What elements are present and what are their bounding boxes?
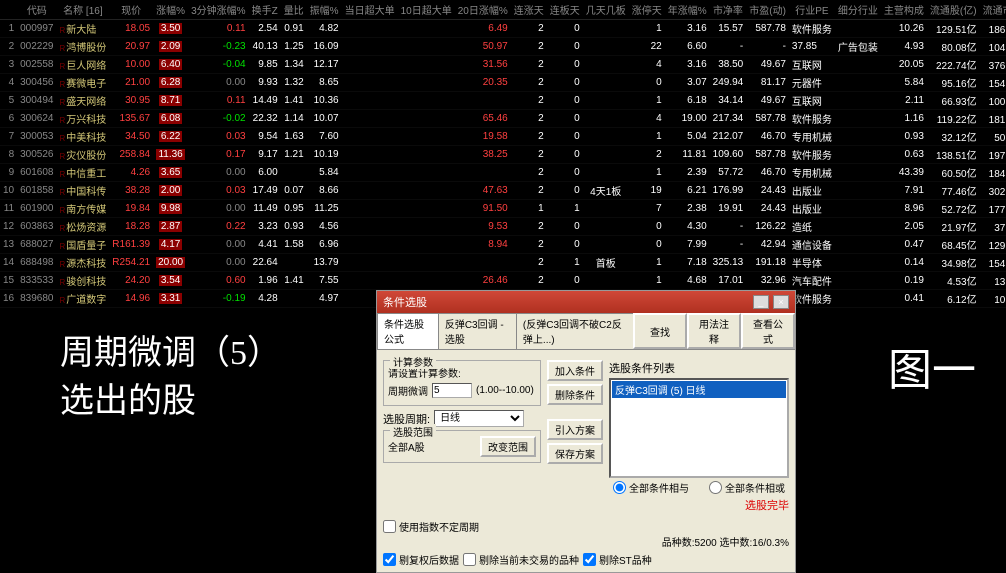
group-title-calc: 计算参数 <box>390 354 436 369</box>
col-header[interactable]: 连涨天 <box>511 0 547 20</box>
dialog-title-text: 条件选股 <box>383 294 427 310</box>
radio-and[interactable] <box>613 481 626 494</box>
scope-title: 选股范围 <box>390 424 436 439</box>
chk-exright[interactable] <box>383 553 396 566</box>
table-row[interactable]: 4300456R赛微电子21.006.280.009.931.328.6520.… <box>0 74 1006 92</box>
col-header[interactable]: 细分行业 <box>835 0 881 20</box>
table-row[interactable]: 15833533R骏创科技24.203.540.601.961.417.5526… <box>0 272 1006 290</box>
col-header[interactable]: 名称 [16] <box>57 0 110 20</box>
period-input[interactable] <box>432 383 472 398</box>
stats-text: 品种数:5200 选中数:16/0.3% <box>383 534 789 549</box>
table-row[interactable]: 7300053R中美科技34.506.220.039.541.637.6019.… <box>0 128 1006 146</box>
table-head: 代码名称 [16]现价涨幅%3分钟涨幅%换手Z量比振幅%当日超大单10日超大单2… <box>0 0 1006 20</box>
col-header[interactable]: 量比 <box>281 0 307 20</box>
col-header[interactable]: 当日超大单 <box>342 0 398 20</box>
table-row[interactable]: 10601858R中国科传38.282.000.0317.490.078.664… <box>0 182 1006 200</box>
period-label: 周期微调 <box>388 383 428 398</box>
radio-or[interactable] <box>709 481 722 494</box>
window-controls: _ × <box>752 295 789 309</box>
table-row[interactable]: 14688498R源杰科技R254.2120.000.0022.6413.792… <box>0 254 1006 272</box>
del-cond-button[interactable]: 删除条件 <box>547 384 603 405</box>
col-header[interactable]: 10日超大单 <box>398 0 455 20</box>
stock-table: 代码名称 [16]现价涨幅%3分钟涨幅%换手Z量比振幅%当日超大单10日超大单2… <box>0 0 1006 308</box>
scope-value: 全部A股 <box>388 439 425 454</box>
col-header[interactable]: 现价 <box>109 0 153 20</box>
dialog-tabs: 条件选股公式 反弹C3回调 - 选股 (反弹C3回调不破C2反弹上...) 查找… <box>377 313 795 350</box>
search-button[interactable]: 查找 <box>633 313 687 349</box>
close-icon[interactable]: × <box>773 295 789 309</box>
table-row[interactable]: 3002558R巨人网络10.006.40-0.049.851.3412.173… <box>0 56 1006 74</box>
scope-group: 选股范围 全部A股 改变范围 <box>383 430 541 463</box>
col-header[interactable]: 3分钟涨幅% <box>188 0 248 20</box>
change-range-button[interactable]: 改变范围 <box>480 436 536 457</box>
add-cond-button[interactable]: 加入条件 <box>547 360 603 381</box>
table-row[interactable]: 12603863R松炀资源18.282.870.223.230.934.569.… <box>0 218 1006 236</box>
col-header[interactable]: 代码 <box>17 0 56 20</box>
calc-params-group: 计算参数 请设置计算参数: 周期微调 (1.00--10.00) <box>383 360 541 406</box>
col-header[interactable]: 换手Z <box>249 0 281 20</box>
col-header[interactable]: 行业PE <box>789 0 835 20</box>
tab-rebound2[interactable]: (反弹C3回调不破C2反弹上...) <box>516 313 634 349</box>
col-header[interactable]: 市净率 <box>710 0 747 20</box>
table-row[interactable]: 11601900R南方传媒19.849.980.0011.490.9511.25… <box>0 200 1006 218</box>
table-body: 1000997R新大陆18.053.500.112.540.914.826.49… <box>0 20 1006 308</box>
table-row[interactable]: 6300624R万兴科技135.676.08-0.0222.321.1410.0… <box>0 110 1006 128</box>
condition-listbox[interactable]: 反弹C3回调 (5) 日线 <box>609 378 789 478</box>
usage-button[interactable]: 用法注释 <box>687 313 741 349</box>
minimize-icon[interactable]: _ <box>753 295 769 309</box>
save-button[interactable]: 保存方案 <box>547 443 603 464</box>
cond-item-0[interactable]: 反弹C3回调 (5) 日线 <box>612 381 786 398</box>
annotation-left: 周期微调（5）选出的股 <box>60 330 281 425</box>
col-header[interactable]: 涨幅% <box>153 0 188 20</box>
col-header[interactable]: 振幅% <box>307 0 342 20</box>
condlist-label: 选股条件列表 <box>609 360 789 376</box>
import-button[interactable]: 引入方案 <box>547 419 603 440</box>
col-header[interactable]: 20日涨幅% <box>455 0 511 20</box>
cycle-select[interactable]: 日线 <box>434 410 524 427</box>
col-header[interactable]: 年涨幅% <box>665 0 710 20</box>
col-header[interactable]: 市盈(动) <box>746 0 789 20</box>
table-row[interactable]: 13688027R国盾量子R161.394.170.004.411.586.96… <box>0 236 1006 254</box>
condition-select-dialog: 条件选股 _ × 条件选股公式 反弹C3回调 - 选股 (反弹C3回调不破C2反… <box>376 290 796 573</box>
col-header[interactable] <box>0 0 17 20</box>
col-header[interactable]: 主营构成 <box>881 0 927 20</box>
finish-link[interactable]: 选股完毕 <box>745 500 789 512</box>
showcode-button[interactable]: 查看公式 <box>741 313 795 349</box>
col-header[interactable]: 涨停天 <box>629 0 665 20</box>
col-header[interactable]: 几天几板 <box>583 0 629 20</box>
col-header[interactable]: 流通市值A <box>980 0 1006 20</box>
col-header[interactable]: 连板天 <box>547 0 583 20</box>
tab-rebound[interactable]: 反弹C3回调 - 选股 <box>438 313 517 349</box>
dialog-titlebar[interactable]: 条件选股 _ × <box>377 291 795 313</box>
period-hint: (1.00--10.00) <box>476 385 534 396</box>
table-row[interactable]: 2002229R鸿博股份20.972.09-0.2340.131.2516.09… <box>0 38 1006 56</box>
table-row[interactable]: 1000997R新大陆18.053.500.112.540.914.826.49… <box>0 20 1006 38</box>
chk-notrading[interactable] <box>463 553 476 566</box>
col-header[interactable]: 流通股(亿) <box>927 0 980 20</box>
annotation-right: 图一 <box>888 340 976 402</box>
chk-st[interactable] <box>583 553 596 566</box>
table-row[interactable]: 8300526R灾仪股份258.8411.360.179.171.2110.19… <box>0 146 1006 164</box>
tab-formula[interactable]: 条件选股公式 <box>377 313 439 349</box>
table-row[interactable]: 5300494R盛天网络30.958.710.1114.491.4110.362… <box>0 92 1006 110</box>
chk-index-cycle[interactable] <box>383 520 396 533</box>
table-row[interactable]: 9601608R中信重工4.263.650.006.005.842012.395… <box>0 164 1006 182</box>
